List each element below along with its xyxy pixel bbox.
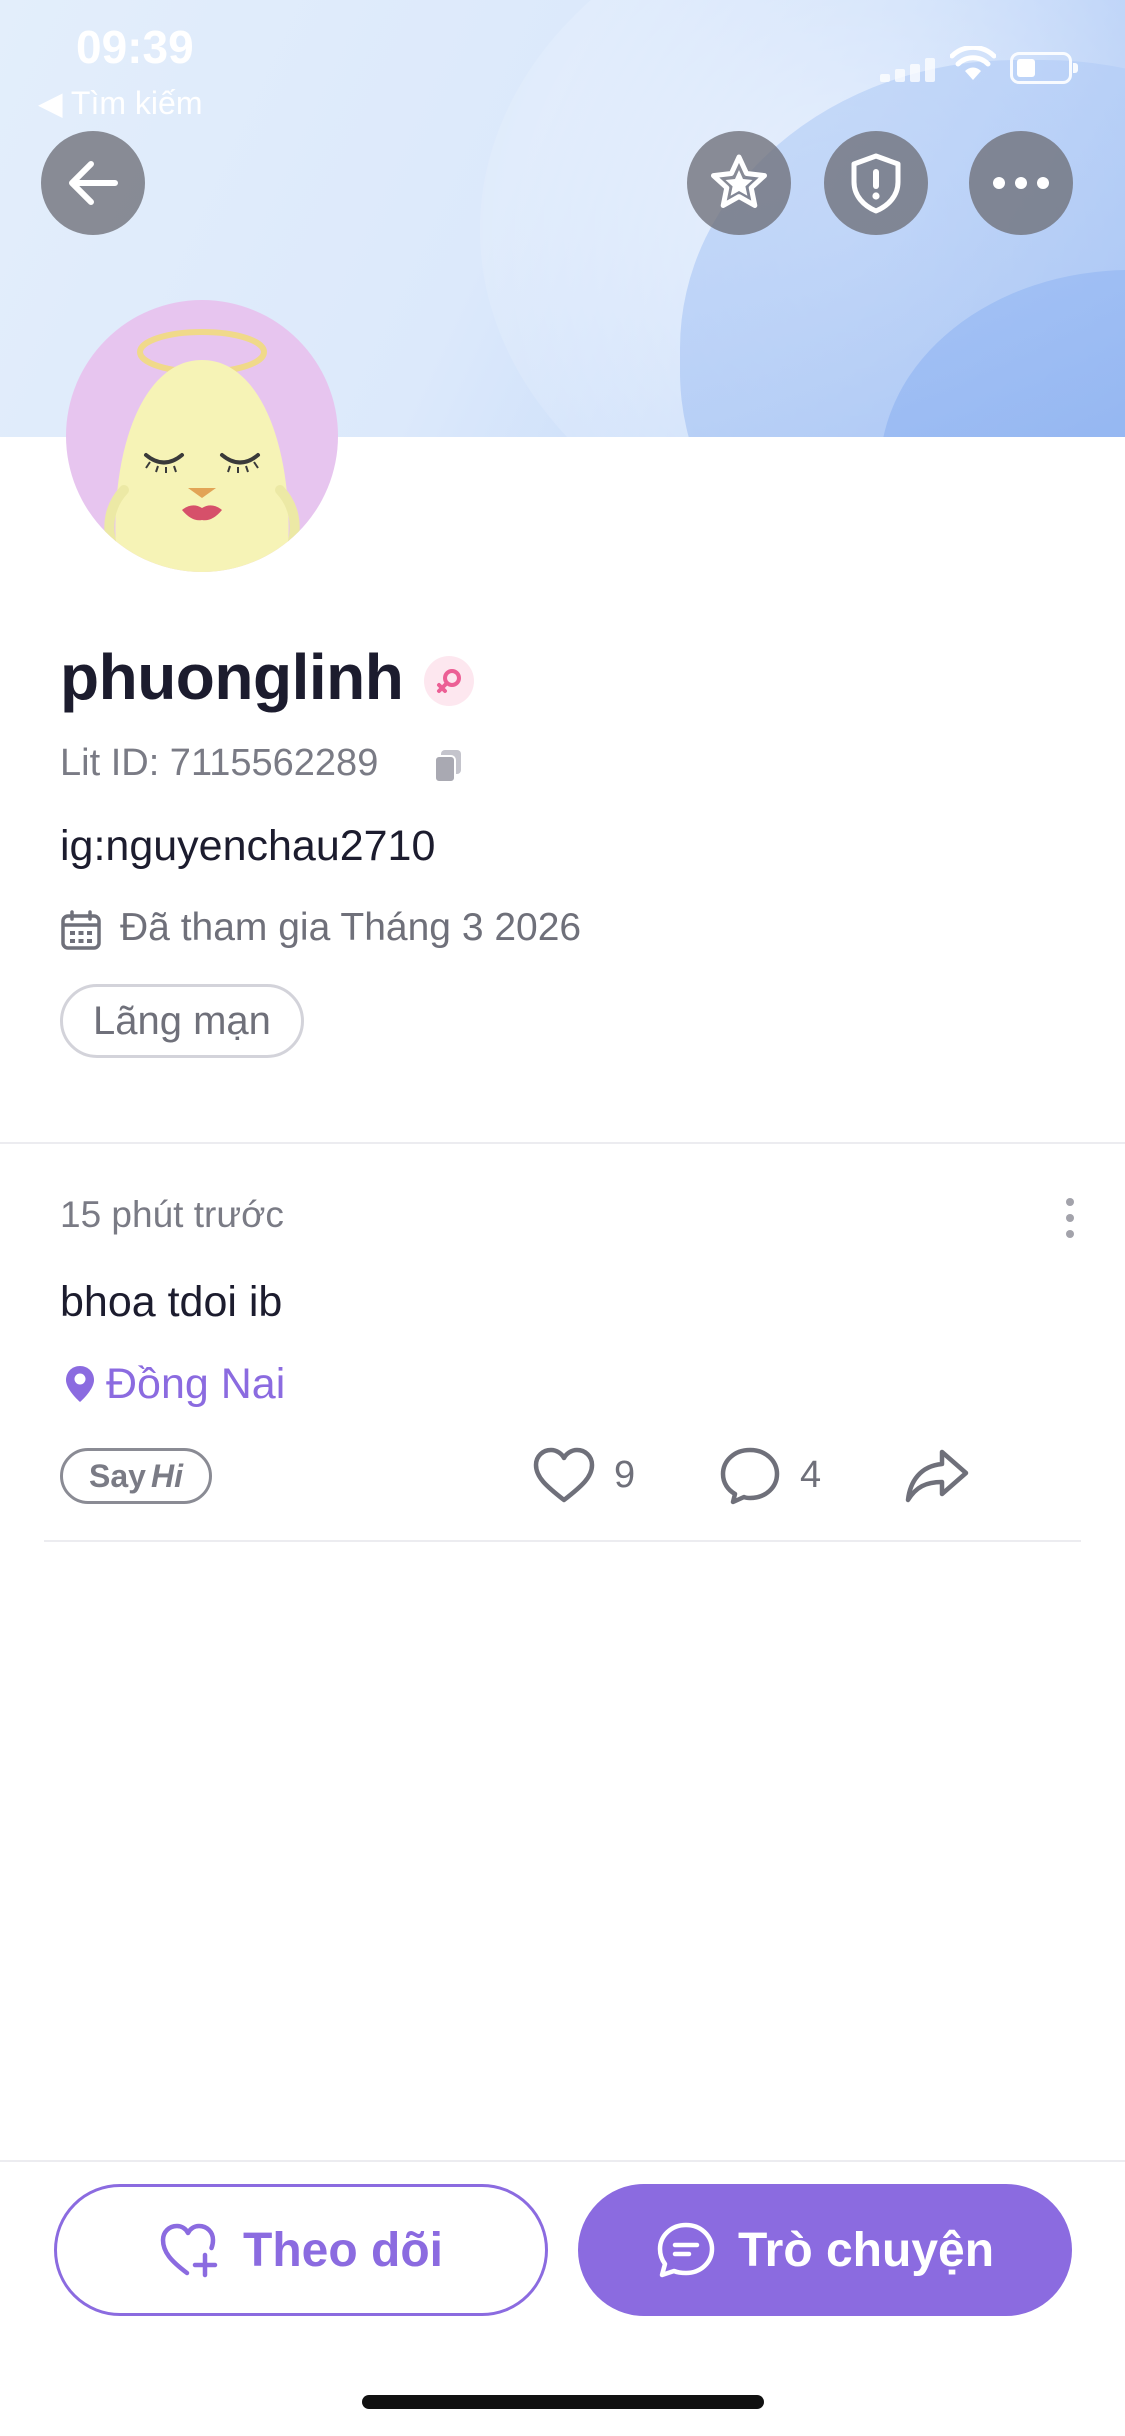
- interest-tag[interactable]: Lãng mạn: [60, 984, 304, 1058]
- avatar[interactable]: [66, 300, 338, 572]
- angel-chick-avatar-image: [104, 329, 300, 572]
- post-divider: [44, 1540, 1081, 1542]
- say-hi-button[interactable]: Say Hi: [60, 1448, 212, 1504]
- comment-count: 4: [800, 1454, 822, 1496]
- more-options-button[interactable]: [969, 131, 1073, 235]
- status-time: 09:39: [76, 21, 194, 73]
- comment-icon[interactable]: [718, 1446, 782, 1506]
- post-content[interactable]: bhoa tdoi ib: [60, 1278, 282, 1327]
- chat-button[interactable]: Trò chuyện: [578, 2184, 1072, 2316]
- location-pin-icon: [66, 1366, 94, 1402]
- say-hi-emphasis: Hi: [150, 1457, 183, 1494]
- star-icon: [711, 154, 767, 208]
- copy-icon[interactable]: [432, 748, 464, 784]
- gender-badge: [424, 656, 474, 706]
- heart-icon[interactable]: [532, 1446, 596, 1506]
- follow-label: Theo dõi: [243, 2223, 443, 2277]
- female-icon: [437, 669, 461, 693]
- say-hi-label: Say: [89, 1457, 146, 1494]
- back-button[interactable]: [41, 131, 145, 235]
- lit-id: Lit ID: 7115562289: [60, 742, 379, 784]
- back-to-app-link[interactable]: ◀ Tìm kiếm: [38, 84, 202, 122]
- bio-text: ig:nguyenchau2710: [60, 822, 436, 870]
- post-location[interactable]: Đồng Nai: [106, 1360, 285, 1409]
- shield-icon: [851, 153, 901, 214]
- favorite-button[interactable]: [687, 131, 791, 235]
- post-timestamp: 15 phút trước: [60, 1194, 284, 1235]
- battery-icon: [1010, 52, 1078, 84]
- back-arrow-icon: [69, 161, 118, 205]
- post-menu-button[interactable]: [1066, 1198, 1074, 1246]
- wifi-icon: [950, 46, 996, 80]
- chat-bubble-icon: [657, 2222, 715, 2278]
- bottom-bar-divider: [0, 2160, 1125, 2162]
- home-indicator[interactable]: [362, 2395, 764, 2409]
- username: phuonglinh: [60, 641, 404, 713]
- heart-plus-icon: [160, 2223, 218, 2278]
- section-divider: [0, 1142, 1125, 1144]
- signal-icon: [880, 56, 938, 82]
- calendar-icon: [61, 910, 101, 950]
- chat-label: Trò chuyện: [737, 2223, 995, 2277]
- follow-button[interactable]: Theo dõi: [54, 2184, 548, 2316]
- like-count: 9: [614, 1454, 636, 1496]
- more-icon: [993, 177, 1049, 189]
- report-button[interactable]: [824, 131, 928, 235]
- join-date: Đã tham gia Tháng 3 2026: [120, 906, 582, 949]
- share-icon[interactable]: [904, 1446, 970, 1506]
